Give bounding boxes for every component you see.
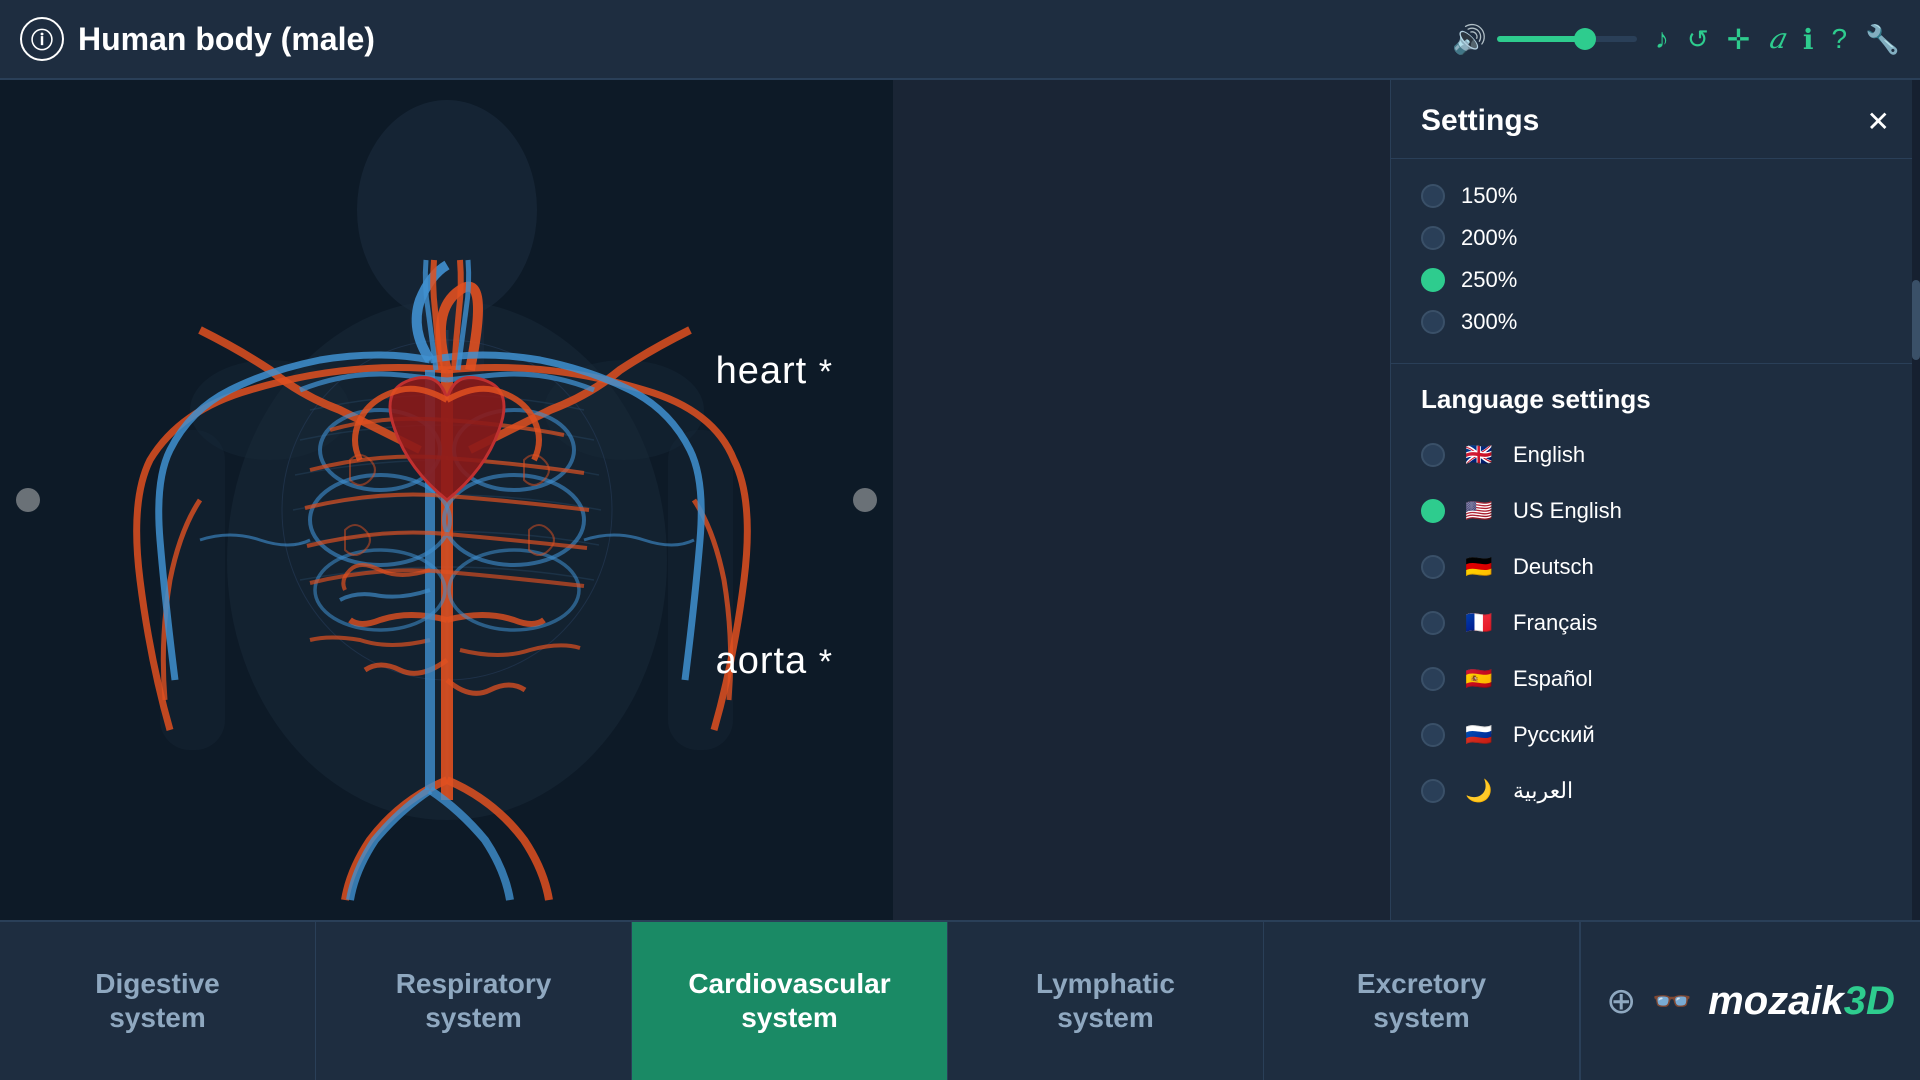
zoom-300-label: 300%	[1461, 309, 1517, 335]
tab-lymphatic-label: Lymphaticsystem	[1036, 967, 1175, 1034]
settings-panel: Settings ✕ 150% 200% 250% 300% La	[1390, 80, 1920, 920]
logo-3d: 3D	[1844, 979, 1895, 1023]
settings-title: Settings	[1421, 104, 1539, 138]
aorta-asterisk: *	[819, 643, 833, 681]
lang-english-label: English	[1513, 442, 1585, 468]
logo-text: mozaik	[1708, 979, 1844, 1023]
lang-es-radio[interactable]	[1421, 667, 1445, 691]
body-svg	[0, 80, 893, 920]
volume-control[interactable]: 🔊	[1452, 23, 1637, 56]
settings-header: Settings ✕	[1391, 80, 1920, 159]
lang-russian[interactable]: 🇷🇺 Русский	[1391, 707, 1920, 763]
tab-cardiovascular[interactable]: Cardiovascularsystem	[632, 922, 948, 1080]
header-info-icon[interactable]: ⓘ	[20, 17, 64, 61]
branding-area: ⊕ 👓 mozaik3D	[1580, 922, 1920, 1080]
language-settings-title: Language settings	[1391, 368, 1920, 427]
zoom-150-label: 150%	[1461, 183, 1517, 209]
lang-espanol[interactable]: 🇪🇸 Español	[1391, 651, 1920, 707]
zoom-200-radio[interactable]	[1421, 226, 1445, 250]
zoom-300[interactable]: 300%	[1421, 301, 1890, 343]
zoom-300-radio[interactable]	[1421, 310, 1445, 334]
tab-cardiovascular-label: Cardiovascularsystem	[688, 967, 890, 1034]
zoom-200-label: 200%	[1461, 225, 1517, 251]
scrollbar-thumb[interactable]	[1912, 280, 1920, 360]
lang-us-label: US English	[1513, 498, 1622, 524]
lang-deutsch-label: Deutsch	[1513, 554, 1594, 580]
rotate-icon[interactable]: ↺	[1687, 24, 1709, 55]
lang-us-english[interactable]: 🇺🇸 US English	[1391, 483, 1920, 539]
tab-respiratory[interactable]: Respiratorysystem	[316, 922, 632, 1080]
lang-deutsch[interactable]: 🇩🇪 Deutsch	[1391, 539, 1920, 595]
header-controls: 🔊 ♪ ↺ ✛ 𝑎 ℹ ? 🔧	[1452, 22, 1900, 56]
info-circle-icon: ⓘ	[31, 23, 53, 55]
lang-ru-label: Русский	[1513, 722, 1595, 748]
tab-excretory-label: Excretorysystem	[1357, 967, 1486, 1034]
tab-lymphatic[interactable]: Lymphaticsystem	[948, 922, 1264, 1080]
heart-label-text: heart	[716, 350, 808, 392]
flag-ru: 🇷🇺	[1461, 717, 1497, 753]
zoom-200[interactable]: 200%	[1421, 217, 1890, 259]
header-title: Human body (male)	[78, 21, 375, 58]
zoom-150[interactable]: 150%	[1421, 175, 1890, 217]
lang-us-radio[interactable]	[1421, 499, 1445, 523]
header-left: ⓘ Human body (male)	[20, 17, 1452, 61]
zoom-150-radio[interactable]	[1421, 184, 1445, 208]
lang-ru-radio[interactable]	[1421, 723, 1445, 747]
tab-respiratory-label: Respiratorysystem	[396, 967, 552, 1034]
tab-excretory[interactable]: Excretorysystem	[1264, 922, 1580, 1080]
zoom-options: 150% 200% 250% 300%	[1391, 159, 1920, 359]
zoom-250-label: 250%	[1461, 267, 1517, 293]
main-content: heart * aorta * Settings ✕ 150% 200%	[0, 80, 1920, 1000]
tab-digestive[interactable]: Digestivesystem	[0, 922, 316, 1080]
lang-english-radio[interactable]	[1421, 443, 1445, 467]
lang-francais[interactable]: 🇫🇷 Français	[1391, 595, 1920, 651]
settings-divider	[1391, 363, 1920, 364]
flag-de: 🇩🇪	[1461, 549, 1497, 585]
settings-close-button[interactable]: ✕	[1867, 105, 1890, 138]
body-viewport[interactable]: heart * aorta *	[0, 80, 893, 920]
move-icon[interactable]: ✛	[1727, 23, 1750, 56]
font-icon[interactable]: 𝑎	[1768, 22, 1785, 56]
header: ⓘ Human body (male) 🔊 ♪ ↺ ✛ 𝑎 ℹ ? 🔧	[0, 0, 1920, 80]
lang-ar-radio[interactable]	[1421, 779, 1445, 803]
lang-fr-radio[interactable]	[1421, 611, 1445, 635]
nav-next-button[interactable]	[853, 488, 877, 512]
tab-bar: Digestivesystem Respiratorysystem Cardio…	[0, 920, 1920, 1080]
scrollbar-track	[1912, 80, 1920, 920]
flag-us: 🇺🇸	[1461, 493, 1497, 529]
volume-thumb[interactable]	[1574, 28, 1596, 50]
aorta-label-text: aorta	[716, 640, 808, 682]
flag-gb: 🇬🇧	[1461, 437, 1497, 473]
aorta-label: aorta *	[716, 640, 833, 683]
mozaik-logo: mozaik3D	[1708, 979, 1895, 1024]
lang-deutsch-radio[interactable]	[1421, 555, 1445, 579]
volume-slider[interactable]	[1497, 36, 1637, 42]
layers-icon[interactable]: ⊕	[1606, 980, 1636, 1022]
help-icon[interactable]: ?	[1832, 23, 1848, 55]
vr-icon[interactable]: 👓	[1652, 982, 1692, 1020]
settings-wrench-icon[interactable]: 🔧	[1865, 23, 1900, 56]
music-icon[interactable]: ♪	[1655, 23, 1669, 55]
volume-icon: 🔊	[1452, 23, 1487, 56]
flag-fr: 🇫🇷	[1461, 605, 1497, 641]
tab-digestive-label: Digestivesystem	[95, 967, 220, 1034]
zoom-250[interactable]: 250%	[1421, 259, 1890, 301]
lang-arabic[interactable]: 🌙 العربية	[1391, 763, 1920, 819]
zoom-250-radio[interactable]	[1421, 268, 1445, 292]
info2-icon[interactable]: ℹ	[1803, 23, 1814, 56]
heart-asterisk: *	[819, 353, 833, 391]
nav-prev-button[interactable]	[16, 488, 40, 512]
flag-es: 🇪🇸	[1461, 661, 1497, 697]
lang-fr-label: Français	[1513, 610, 1597, 636]
lang-es-label: Español	[1513, 666, 1593, 692]
flag-ar: 🌙	[1461, 773, 1497, 809]
lang-english[interactable]: 🇬🇧 English	[1391, 427, 1920, 483]
heart-label: heart *	[716, 350, 833, 393]
lang-ar-label: العربية	[1513, 778, 1573, 804]
